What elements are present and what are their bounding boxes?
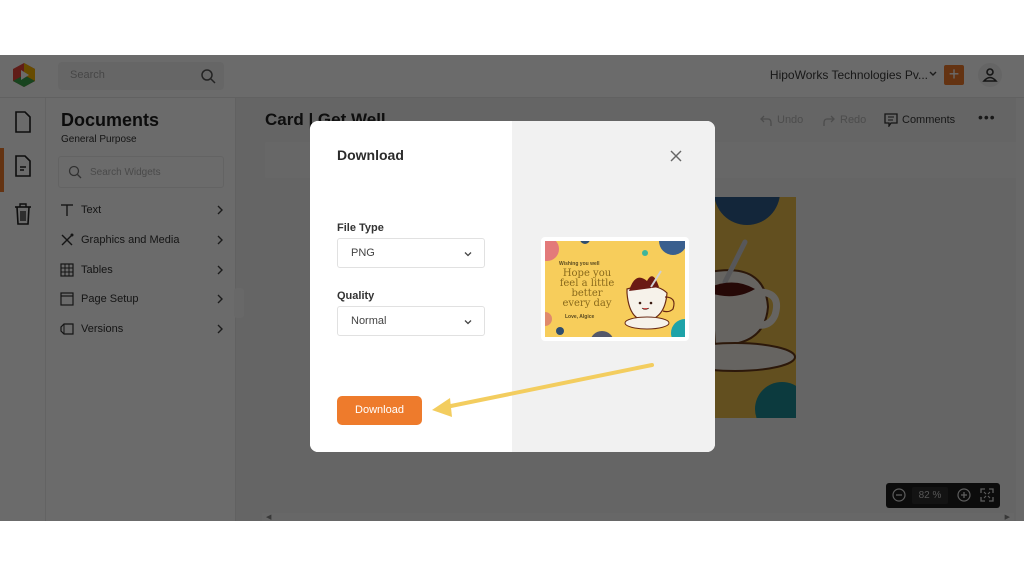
quality-value: Normal — [351, 315, 387, 327]
quality-label: Quality — [337, 290, 375, 302]
file-type-value: PNG — [351, 247, 375, 259]
chevron-down-icon — [464, 320, 472, 325]
preview-wishing-text: Wishing you well — [559, 261, 600, 267]
file-type-label: File Type — [337, 222, 384, 234]
preview-signoff-text: Love, Algice — [565, 314, 595, 320]
chevron-down-icon — [464, 252, 472, 257]
quality-select[interactable]: Normal — [337, 306, 485, 336]
preview-message-text: Hope you feel a little better every day — [559, 268, 615, 309]
card-preview: Wishing you well Hope you feel a little … — [541, 237, 689, 341]
file-type-select[interactable]: PNG — [337, 238, 485, 268]
card-preview-image: Wishing you well Hope you feel a little … — [545, 241, 685, 337]
preview-pane: Wishing you well Hope you feel a little … — [512, 121, 715, 452]
close-icon[interactable] — [669, 149, 683, 163]
download-options-pane: Download File Type PNG Quality Normal Do… — [310, 121, 512, 452]
dialog-title: Download — [337, 147, 404, 163]
download-button[interactable]: Download — [337, 396, 422, 425]
app-screen: Search HipoWorks Technologies Pv... + Do… — [0, 55, 1024, 521]
download-dialog: Download File Type PNG Quality Normal Do… — [310, 121, 715, 452]
